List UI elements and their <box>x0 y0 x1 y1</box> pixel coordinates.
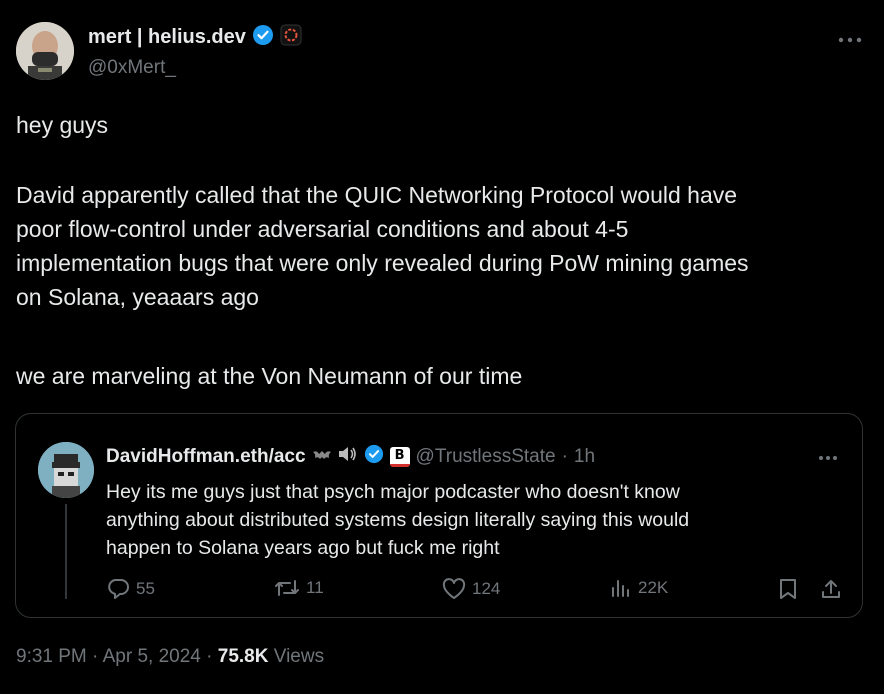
thread-line <box>65 504 67 599</box>
repost-button[interactable]: 11 <box>274 578 324 598</box>
tweet-paragraph-3: we are marveling at the Von Neumann of o… <box>16 363 523 389</box>
reply-button[interactable]: 55 <box>106 578 155 600</box>
bankless-badge-letter: B <box>394 448 405 463</box>
separator-dot: · <box>92 646 99 667</box>
quote-header: DavidHoffman.eth/acc B @TrustlessState ·… <box>106 444 595 470</box>
like-count: 124 <box>472 579 501 598</box>
like-button[interactable]: 124 <box>442 578 500 600</box>
share-button[interactable] <box>820 578 842 600</box>
affiliate-badge-icon[interactable] <box>280 24 302 51</box>
separator-dot: · <box>561 446 568 467</box>
author-name-row: mert | helius.dev <box>88 24 302 51</box>
tweet-paragraph-2-line: David apparently called that the QUIC Ne… <box>16 182 738 208</box>
quote-text-line: anything about distributed systems desig… <box>106 509 690 531</box>
views-count: 22K <box>638 578 669 597</box>
quote-handle[interactable]: @TrustlessState <box>416 446 556 468</box>
tweet-time[interactable]: 9:31 PM <box>16 646 87 667</box>
tweet-paragraph-2-line: on Solana, yeaaars ago <box>16 284 259 310</box>
quote-text: Hey its me guys just that psych major po… <box>106 478 806 562</box>
tweet-line-1: hey guys <box>16 112 109 138</box>
tweet-date[interactable]: Apr 5, 2024 <box>103 646 201 667</box>
quoted-tweet-card[interactable]: DavidHoffman.eth/acc B @TrustlessState ·… <box>15 413 863 618</box>
tweet-paragraph-2-line: poor flow-control under adversarial cond… <box>16 216 629 242</box>
views-icon <box>610 578 632 598</box>
tweet-paragraph-2: David apparently called that the QUIC Ne… <box>16 178 866 314</box>
quote-time[interactable]: 1h <box>574 446 595 468</box>
quote-author-name[interactable]: DavidHoffman.eth/acc <box>106 446 306 468</box>
repost-count: 11 <box>306 578 324 597</box>
quote-verified-badge-icon <box>364 444 384 470</box>
author-handle[interactable]: @0xMert_ <box>88 57 176 79</box>
tweet-meta: 9:31 PM · Apr 5, 2024 · 75.8K Views <box>16 646 324 668</box>
quote-avatar[interactable] <box>38 442 94 498</box>
speaker-emoji-icon <box>338 445 358 469</box>
tweet-paragraph-2-line: implementation bugs that were only revea… <box>16 250 749 276</box>
verified-badge-icon <box>252 24 274 51</box>
views-button[interactable]: 22K <box>610 578 668 598</box>
author-name[interactable]: mert | helius.dev <box>88 26 246 49</box>
bat-emoji-icon <box>312 446 332 468</box>
quote-text-line: happen to Solana years ago but fuck me r… <box>106 537 500 559</box>
bookmark-button[interactable] <box>778 578 798 600</box>
bookmark-icon <box>778 578 798 600</box>
reply-count: 55 <box>136 579 155 598</box>
views-total: 75.8K <box>217 646 269 667</box>
separator-dot: · <box>206 646 213 667</box>
repost-icon <box>274 578 300 598</box>
bankless-badge-icon[interactable]: B <box>389 447 410 467</box>
like-icon <box>442 578 466 600</box>
views-label: Views <box>273 646 325 667</box>
share-icon <box>820 578 842 600</box>
more-icon[interactable] <box>838 24 862 50</box>
author-avatar[interactable] <box>16 22 74 80</box>
quote-more-icon[interactable] <box>818 444 838 467</box>
quote-text-line: Hey its me guys just that psych major po… <box>106 481 680 503</box>
quote-action-bar: 55 11 124 22K <box>106 578 846 606</box>
reply-icon <box>106 578 130 600</box>
